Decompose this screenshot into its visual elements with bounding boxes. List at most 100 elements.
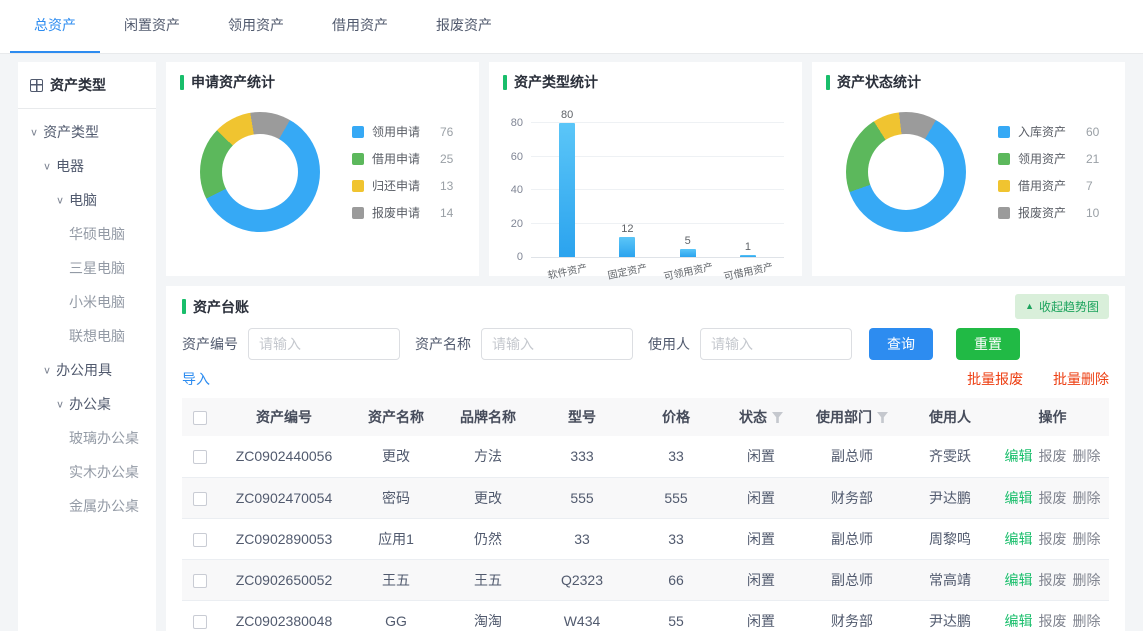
tree-node-华硕电脑[interactable]: 华硕电脑 <box>18 217 156 251</box>
x-tick-label-软件资产: 软件资产 <box>536 257 598 284</box>
cell-actions: 编辑报废删除 <box>996 518 1109 559</box>
asset-table: 资产编号资产名称品牌名称型号价格状态使用部门使用人操作 ZC0902440056… <box>182 398 1109 631</box>
filter-label: 资产名称 <box>415 334 471 354</box>
cell-brand: 仍然 <box>442 518 534 559</box>
tab-借用资产[interactable]: 借用资产 <box>308 0 412 53</box>
legend-value: 14 <box>440 206 453 220</box>
sidebar: 资产类型 ∨资产类型∨电器∨电脑华硕电脑三星电脑小米电脑联想电脑∨办公用具∨办公… <box>18 62 156 631</box>
tab-总资产[interactable]: 总资产 <box>10 0 100 53</box>
cell-code: ZC0902440056 <box>218 436 350 477</box>
row-checkbox[interactable] <box>193 533 207 547</box>
tree-node-电器[interactable]: ∨电器 <box>18 149 156 183</box>
tree-node-实木办公桌[interactable]: 实木办公桌 <box>18 455 156 489</box>
delete-link[interactable]: 删除 <box>1073 613 1101 629</box>
scrap-link[interactable]: 报废 <box>1039 572 1067 588</box>
tab-闲置资产[interactable]: 闲置资产 <box>100 0 204 53</box>
search-button[interactable]: 查询 <box>869 328 933 360</box>
cell-user: 尹达鹏 <box>904 600 996 631</box>
cell-actions: 编辑报废删除 <box>996 559 1109 600</box>
legend-swatch-icon <box>998 126 1010 138</box>
filter-funnel-icon[interactable] <box>772 412 783 423</box>
apply-chart-area: 领用申请76借用申请25归还申请13报废申请14 <box>180 92 465 232</box>
cell-dept: 财务部 <box>800 600 904 631</box>
y-tick-label: 40 <box>511 185 523 196</box>
legend-item-归还申请: 归还申请13 <box>352 177 453 194</box>
sidebar-title: 资产类型 <box>50 75 106 95</box>
status-donut-chart <box>846 112 966 232</box>
cell-dept: 副总师 <box>800 518 904 559</box>
cell-user: 齐雯跃 <box>904 436 996 477</box>
bar-可领用资产: 5 <box>658 236 718 257</box>
legend-swatch-icon <box>998 153 1010 165</box>
legend-label: 领用申请 <box>372 123 428 140</box>
legend-swatch-icon <box>998 180 1010 192</box>
cell-status: 闲置 <box>722 600 800 631</box>
row-checkbox[interactable] <box>193 615 207 629</box>
cell-status: 闲置 <box>722 518 800 559</box>
delete-link[interactable]: 删除 <box>1073 448 1101 464</box>
ledger-panel: 资产台账 ▲ 收起趋势图 资产编号资产名称使用人 查询 重置 导入 批量报废 <box>166 286 1125 631</box>
edit-link[interactable]: 编辑 <box>1005 531 1033 547</box>
cell-status: 闲置 <box>722 559 800 600</box>
tree-node-联想电脑[interactable]: 联想电脑 <box>18 319 156 353</box>
sidebar-header: 资产类型 <box>18 62 156 109</box>
cell-price: 55 <box>630 600 722 631</box>
select-all-checkbox[interactable] <box>193 411 207 425</box>
cell-user: 尹达鹏 <box>904 477 996 518</box>
tree-node-资产类型[interactable]: ∨资产类型 <box>18 115 156 149</box>
filter-funnel-icon[interactable] <box>877 412 888 423</box>
tree-node-三星电脑[interactable]: 三星电脑 <box>18 251 156 285</box>
tree-node-电脑[interactable]: ∨电脑 <box>18 183 156 217</box>
batch-scrap-link[interactable]: 批量报废 <box>967 371 1023 387</box>
edit-link[interactable]: 编辑 <box>1005 572 1033 588</box>
tab-领用资产[interactable]: 领用资产 <box>204 0 308 53</box>
edit-link[interactable]: 编辑 <box>1005 490 1033 506</box>
x-axis-labels: 软件资产固定资产可领用资产可借用资产 <box>531 263 784 278</box>
tree-node-小米电脑[interactable]: 小米电脑 <box>18 285 156 319</box>
legend-value: 25 <box>440 152 453 166</box>
tree-node-金属办公桌[interactable]: 金属办公桌 <box>18 489 156 523</box>
tree-node-玻璃办公桌[interactable]: 玻璃办公桌 <box>18 421 156 455</box>
tree-node-办公桌[interactable]: ∨办公桌 <box>18 387 156 421</box>
edit-link[interactable]: 编辑 <box>1005 448 1033 464</box>
delete-link[interactable]: 删除 <box>1073 531 1101 547</box>
table-header-row: 资产编号资产名称品牌名称型号价格状态使用部门使用人操作 <box>182 398 1109 436</box>
cell-name: 王五 <box>350 559 442 600</box>
y-tick-label: 80 <box>511 118 523 129</box>
type-bar-chart: 020406080 801251 软件资产固定资产可领用资产可借用资产 <box>503 92 788 278</box>
donut-hole <box>222 134 298 210</box>
toolbar-row: 导入 批量报废 批量删除 <box>182 369 1109 389</box>
tree-node-办公用具[interactable]: ∨办公用具 <box>18 353 156 387</box>
import-link[interactable]: 导入 <box>182 369 210 389</box>
bar-value-label: 1 <box>745 242 751 253</box>
delete-link[interactable]: 删除 <box>1073 490 1101 506</box>
filter-input-使用人[interactable] <box>700 328 852 360</box>
filter-input-资产编号[interactable] <box>248 328 400 360</box>
scrap-link[interactable]: 报废 <box>1039 613 1067 629</box>
category-tree: ∨资产类型∨电器∨电脑华硕电脑三星电脑小米电脑联想电脑∨办公用具∨办公桌玻璃办公… <box>18 109 156 529</box>
batch-delete-link[interactable]: 批量删除 <box>1053 371 1109 387</box>
scrap-link[interactable]: 报废 <box>1039 531 1067 547</box>
delete-link[interactable]: 删除 <box>1073 572 1101 588</box>
legend-swatch-icon <box>998 207 1010 219</box>
collapse-arrow-icon: ▲ <box>1025 302 1034 311</box>
reset-button[interactable]: 重置 <box>956 328 1020 360</box>
status-legend: 入库资产60领用资产21借用资产7报废资产10 <box>998 118 1099 226</box>
tab-报废资产[interactable]: 报废资产 <box>412 0 516 53</box>
legend-item-领用申请: 领用申请76 <box>352 123 453 140</box>
scrap-link[interactable]: 报废 <box>1039 448 1067 464</box>
filter-row: 资产编号资产名称使用人 查询 重置 <box>182 328 1109 360</box>
panel-apply-stats: 申请资产统计 领用申请76借用申请25归还申请13报废申请14 <box>166 62 479 276</box>
cell-dept: 财务部 <box>800 477 904 518</box>
legend-label: 借用申请 <box>372 150 428 167</box>
row-checkbox[interactable] <box>193 492 207 506</box>
filter-input-资产名称[interactable] <box>481 328 633 360</box>
row-checkbox[interactable] <box>193 574 207 588</box>
scrap-link[interactable]: 报废 <box>1039 490 1067 506</box>
ledger-header: 资产台账 ▲ 收起趋势图 <box>182 294 1109 319</box>
edit-link[interactable]: 编辑 <box>1005 613 1033 629</box>
asset-row-ZC0902440056: ZC0902440056更改方法33333闲置副总师齐雯跃编辑报废删除 <box>182 436 1109 477</box>
collapse-trend-button[interactable]: ▲ 收起趋势图 <box>1015 294 1109 319</box>
row-checkbox[interactable] <box>193 450 207 464</box>
bar-可借用资产: 1 <box>718 242 778 257</box>
